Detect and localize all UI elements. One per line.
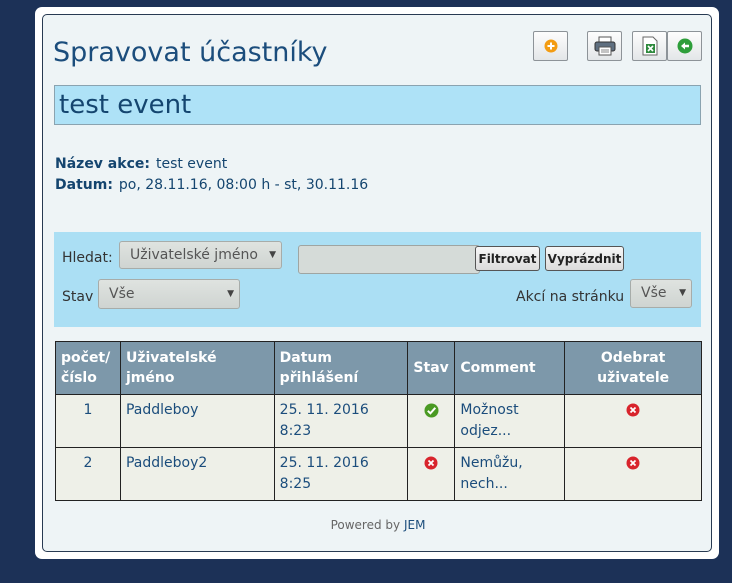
cell-remove xyxy=(564,394,702,448)
clear-button[interactable]: Vyprázdnit xyxy=(545,246,624,271)
footer: Powered by JEM xyxy=(43,518,713,532)
print-button[interactable] xyxy=(587,31,622,61)
chevron-down-icon: ▼ xyxy=(679,288,686,298)
col-header-remove: Odebrat uživatele xyxy=(564,341,702,395)
search-field-select[interactable]: Uživatelské jméno ▼ xyxy=(119,241,282,269)
export-excel-button[interactable] xyxy=(632,31,667,61)
event-name-value: test event xyxy=(155,156,228,172)
cell-comment: Možnost odjez... xyxy=(454,394,566,448)
filter-panel: Hledat: Uživatelské jméno ▼ Filtrovat Vy… xyxy=(54,232,701,327)
cell-username: Paddleboy2 xyxy=(119,447,275,501)
remove-icon[interactable] xyxy=(626,456,640,470)
filter-button[interactable]: Filtrovat xyxy=(475,246,540,271)
event-date-label: Datum: xyxy=(55,177,113,193)
col-header-number[interactable]: počet/ číslo xyxy=(55,341,121,395)
search-field-value: Uživatelské jméno xyxy=(130,247,258,263)
per-page-select-value: Vše xyxy=(641,285,667,301)
cell-comment: Nemůžu, nech... xyxy=(454,447,566,501)
chevron-down-icon: ▼ xyxy=(269,250,276,260)
content-panel: Spravovat účastníky test event Název akc… xyxy=(42,14,712,552)
event-title-bar: test event xyxy=(54,85,701,125)
printer-icon xyxy=(594,36,615,56)
cell-status xyxy=(407,447,456,501)
per-page-select[interactable]: Vše ▼ xyxy=(630,279,692,308)
excel-export-icon xyxy=(642,36,657,56)
add-button[interactable] xyxy=(533,31,568,61)
cell-remove xyxy=(564,447,702,501)
table-row: 1 Paddleboy 25. 11. 2016 8:23 Možnost od… xyxy=(55,394,702,448)
event-name-label: Název akce: xyxy=(55,156,150,172)
col-header-comment: Comment xyxy=(454,341,566,395)
add-circle-icon xyxy=(544,39,557,53)
cell-number: 2 xyxy=(55,447,121,501)
status-label: Stav xyxy=(62,289,94,305)
col-header-date[interactable]: Datum přihlášení xyxy=(273,341,409,395)
event-date-row: Datum: po, 28.11.16, 08:00 h - st, 30.11.… xyxy=(55,177,368,193)
table-row: 2 Paddleboy2 25. 11. 2016 8:25 Nemůžu, n… xyxy=(55,447,702,501)
remove-icon[interactable] xyxy=(626,403,640,417)
footer-prefix: Powered by xyxy=(330,518,401,532)
back-button[interactable] xyxy=(667,31,702,61)
chevron-down-icon: ▼ xyxy=(227,289,234,299)
page-frame: Spravovat účastníky test event Název akc… xyxy=(35,7,719,559)
cross-icon[interactable] xyxy=(424,456,438,470)
cell-date: 25. 11. 2016 8:25 xyxy=(273,447,409,501)
page-title: Spravovat účastníky xyxy=(53,37,328,68)
cell-username: Paddleboy xyxy=(119,394,275,448)
attendees-table: počet/ číslo Uživatelské jméno Datum při… xyxy=(55,341,702,501)
back-arrow-icon xyxy=(677,38,692,54)
event-name-row: Název akce: test event xyxy=(55,156,227,172)
per-page-label: Akcí na stránku xyxy=(516,289,625,305)
table-header-row: počet/ číslo Uživatelské jméno Datum při… xyxy=(55,341,702,395)
cell-number: 1 xyxy=(55,394,121,448)
search-input[interactable] xyxy=(298,245,480,274)
cell-status xyxy=(407,394,456,448)
col-header-status[interactable]: Stav xyxy=(407,341,456,395)
col-header-username[interactable]: Uživatelské jméno xyxy=(119,341,275,395)
status-select-value: Vše xyxy=(109,286,135,302)
check-icon[interactable] xyxy=(424,403,439,418)
cell-date: 25. 11. 2016 8:23 xyxy=(273,394,409,448)
footer-jem-link[interactable]: JEM xyxy=(404,518,425,532)
event-date-value: po, 28.11.16, 08:00 h - st, 30.11.16 xyxy=(118,177,369,193)
search-label: Hledat: xyxy=(62,250,113,266)
status-select[interactable]: Vše ▼ xyxy=(98,279,240,309)
